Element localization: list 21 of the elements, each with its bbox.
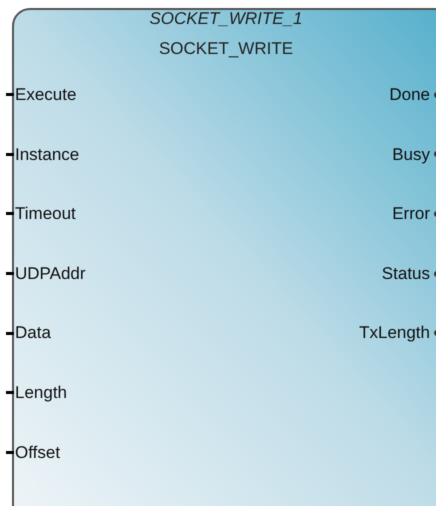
input-label: Offset <box>15 442 60 464</box>
input-pin-icon <box>6 152 14 156</box>
output-label: Busy <box>392 144 430 166</box>
output-label: TxLength <box>359 322 430 344</box>
input-label: Data <box>15 322 51 344</box>
output-label: Status <box>382 262 430 285</box>
input-label: Execute <box>15 84 76 106</box>
input-pin-icon <box>6 450 14 454</box>
input-pin-icon <box>6 212 14 216</box>
input-label: Length <box>15 382 67 404</box>
input-label: Instance <box>15 144 80 166</box>
input-label: Timeout <box>15 203 76 226</box>
input-pin-icon <box>6 332 14 335</box>
input-label: UDPAddr <box>15 262 86 285</box>
input-pin-icon <box>6 93 14 96</box>
instance-name: SOCKET_WRITE_1 <box>149 9 303 29</box>
output-label: Done <box>389 84 430 106</box>
block-type: SOCKET_WRITE <box>158 39 294 59</box>
output-label: Error <box>392 203 430 226</box>
input-pin-icon <box>6 272 14 276</box>
input-pin-icon <box>6 391 14 394</box>
